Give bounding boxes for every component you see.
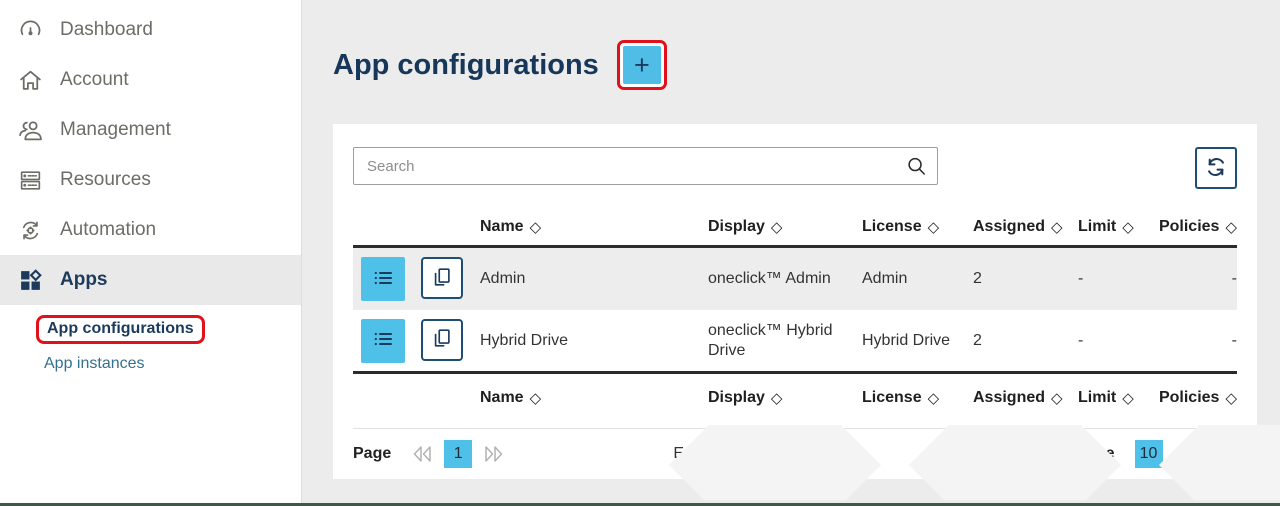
page-title: App configurations <box>333 49 599 82</box>
sidebar: Dashboard Account Management <box>0 0 302 503</box>
sort-icon[interactable]: ◇ <box>530 218 542 236</box>
table-row: Hybrid Drive oneclick™ Hybrid Drive Hybr… <box>353 310 1237 374</box>
automation-icon <box>17 217 43 243</box>
cell-license: Admin <box>862 269 973 289</box>
list-icon <box>371 327 395 354</box>
row-actions <box>353 319 480 363</box>
apps-icon <box>17 267 43 293</box>
copy-icon <box>431 327 453 352</box>
details-button[interactable] <box>361 257 405 301</box>
sidebar-item-automation[interactable]: Automation <box>0 205 301 255</box>
sort-icon[interactable]: ◇ <box>1051 389 1063 407</box>
table-header-row: Name ◇ Display ◇ License ◇ Assigned ◇ Li… <box>353 208 1237 248</box>
list-icon <box>371 266 395 293</box>
page-number-button[interactable]: 1 <box>444 440 472 468</box>
header-name[interactable]: Name ◇ <box>480 218 708 236</box>
cell-assigned: 2 <box>973 269 1078 289</box>
search-input[interactable] <box>353 147 938 185</box>
sidebar-item-label: Resources <box>60 169 151 191</box>
sidebar-item-management[interactable]: Management <box>0 105 301 155</box>
sidebar-subitem-app-instances[interactable]: App instances <box>44 355 301 373</box>
header-policies[interactable]: Policies ◇ <box>1155 218 1237 236</box>
header-assigned[interactable]: Assigned ◇ <box>973 218 1078 236</box>
copy-icon <box>431 266 453 291</box>
sort-icon[interactable]: ◇ <box>771 218 783 236</box>
cell-name: Admin <box>480 269 708 289</box>
main-content: App configurations + <box>302 0 1280 503</box>
cell-display: oneclick™ Hybrid Drive <box>708 321 862 361</box>
last-page-button[interactable] <box>481 444 505 464</box>
sidebar-item-dashboard[interactable]: Dashboard <box>0 5 301 55</box>
background-watermark <box>660 425 1280 500</box>
apps-subnav: App configurations App instances <box>0 305 301 373</box>
table-toolbar <box>353 147 1237 189</box>
refresh-button[interactable] <box>1195 147 1237 189</box>
sidebar-item-label: Dashboard <box>60 19 153 41</box>
annotation-box-app-configurations: App configurations <box>36 315 205 344</box>
refresh-icon <box>1203 154 1229 183</box>
sort-icon[interactable]: ◇ <box>1122 218 1134 236</box>
sidebar-subitem-app-configurations[interactable]: App configurations <box>47 320 194 337</box>
page-label: Page <box>353 445 391 463</box>
copy-button[interactable] <box>421 319 463 361</box>
table-row: Admin oneclick™ Admin Admin 2 - - <box>353 248 1237 310</box>
sort-icon[interactable]: ◇ <box>928 218 940 236</box>
cell-limit: - <box>1078 269 1155 289</box>
add-configuration-button[interactable]: + <box>623 46 661 84</box>
cell-name: Hybrid Drive <box>480 331 708 351</box>
app-configurations-table: Name ◇ Display ◇ License ◇ Assigned ◇ Li… <box>353 208 1237 421</box>
header-assigned[interactable]: Assigned ◇ <box>973 389 1078 407</box>
sidebar-item-apps[interactable]: Apps <box>0 255 301 305</box>
sort-icon[interactable]: ◇ <box>1051 218 1063 236</box>
copy-button[interactable] <box>421 257 463 299</box>
sort-icon[interactable]: ◇ <box>928 389 940 407</box>
cell-license: Hybrid Drive <box>862 331 973 351</box>
gauge-icon <box>17 17 43 43</box>
details-button[interactable] <box>361 319 405 363</box>
home-icon <box>17 67 43 93</box>
search-icon[interactable] <box>905 155 928 183</box>
sidebar-item-label: Management <box>60 119 171 141</box>
first-page-button[interactable] <box>411 444 435 464</box>
server-icon <box>17 167 43 193</box>
sidebar-item-resources[interactable]: Resources <box>0 155 301 205</box>
header-limit[interactable]: Limit ◇ <box>1078 389 1155 407</box>
header-license[interactable]: License ◇ <box>862 218 973 236</box>
cell-limit: - <box>1078 331 1155 351</box>
cell-assigned: 2 <box>973 331 1078 351</box>
table-footer-header-row: Name ◇ Display ◇ License ◇ Assigned ◇ Li… <box>353 374 1237 421</box>
header-policies[interactable]: Policies ◇ <box>1155 389 1237 407</box>
header-name[interactable]: Name ◇ <box>480 389 708 407</box>
page-header: App configurations + <box>333 40 667 90</box>
sidebar-item-label: Apps <box>60 269 108 291</box>
header-display[interactable]: Display ◇ <box>708 218 862 236</box>
sort-icon[interactable]: ◇ <box>771 389 783 407</box>
header-display[interactable]: Display ◇ <box>708 389 862 407</box>
sort-icon[interactable]: ◇ <box>530 389 542 407</box>
annotation-box-add-button: + <box>617 40 667 90</box>
cell-policies: - <box>1155 331 1237 351</box>
sidebar-item-label: Account <box>60 69 129 91</box>
search-wrap <box>353 147 938 185</box>
cell-policies: - <box>1155 269 1237 289</box>
header-limit[interactable]: Limit ◇ <box>1078 218 1155 236</box>
sort-icon[interactable]: ◇ <box>1122 389 1134 407</box>
cell-display: oneclick™ Admin <box>708 269 862 289</box>
header-license[interactable]: License ◇ <box>862 389 973 407</box>
row-actions <box>353 257 480 301</box>
sidebar-item-label: Automation <box>60 219 156 241</box>
sort-icon[interactable]: ◇ <box>1225 218 1237 236</box>
sidebar-item-account[interactable]: Account <box>0 55 301 105</box>
sort-icon[interactable]: ◇ <box>1225 389 1237 407</box>
users-icon <box>17 117 43 143</box>
